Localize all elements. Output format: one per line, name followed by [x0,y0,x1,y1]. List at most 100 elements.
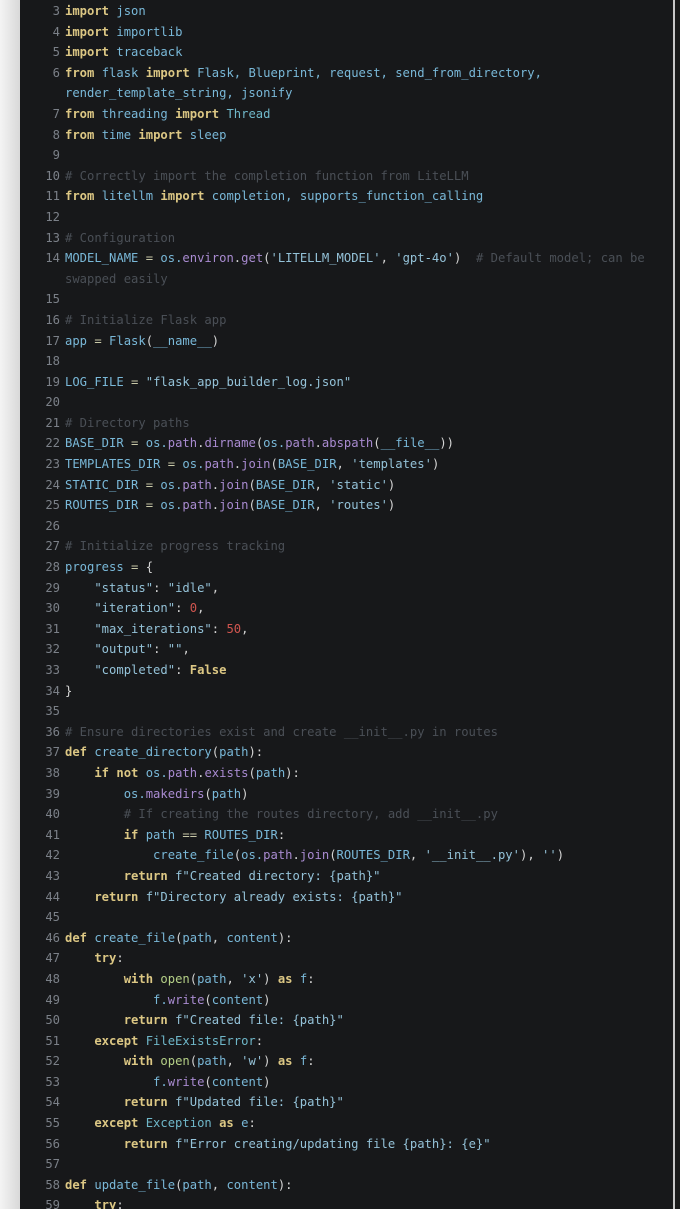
code-line[interactable]: 28 progress = { [20,557,672,578]
code-token: BASE_DIR [255,477,315,492]
code-line[interactable]: 18 [20,351,672,372]
line-number: 51 [45,1033,60,1048]
code-line[interactable]: 45 [20,907,672,928]
code-line[interactable]: 10 # Correctly import the completion func… [20,166,672,187]
code-line[interactable]: 16 # Initialize Flask app [20,310,672,331]
code-line[interactable]: 44 return f"Directory already exists: {p… [20,887,672,908]
line-number: 22 [45,436,60,451]
code-line[interactable]: 22 BASE_DIR = os.path.dirname(os.path.abs… [20,433,672,454]
line-source: BASE_DIR = os.path.dirname(os.path.abspa… [65,433,672,454]
code-line[interactable]: 39 os.makedirs(path) [20,784,672,805]
code-line[interactable]: 55 except Exception as e: [20,1113,672,1134]
code-line[interactable]: 14 MODEL_NAME = os.environ.get('LITELLM_M… [20,248,672,269]
code-line[interactable]: swapped easily [20,269,672,290]
code-view[interactable]: 3 import json 4 import importlib 5 import tra… [20,1,672,1209]
code-line[interactable]: 56 return f"Error creating/updating file… [20,1134,672,1155]
code-line[interactable]: 15 [20,289,672,310]
line-number: 14 [45,251,60,266]
code-line[interactable]: 24 STATIC_DIR = os.path.join(BASE_DIR, 's… [20,475,672,496]
code-line[interactable]: 41 if path == ROUTES_DIR: [20,825,672,846]
code-token: = [167,457,176,472]
code-token: ROUTES_DIR [197,827,278,842]
code-line[interactable]: 25 ROUTES_DIR = os.path.join(BASE_DIR, 'r… [20,495,672,516]
code-token: try [65,951,117,966]
code-line[interactable]: 51 except FileExistsError: [20,1031,672,1052]
editor-scrollbar-edge[interactable] [672,0,680,1209]
code-line[interactable]: 19 LOG_FILE = "flask_app_builder_log.json… [20,372,672,393]
code-editor-panel[interactable]: 3 import json 4 import importlib 5 import tra… [20,0,672,1209]
code-line[interactable]: 27 # Initialize progress tracking [20,536,672,557]
code-token: from [65,65,95,80]
code-token: create_directory [87,745,212,760]
code-line[interactable]: 34} [20,681,672,702]
code-line[interactable]: 35 [20,701,672,722]
code-line[interactable]: 12 [20,207,672,228]
line-source [65,289,672,310]
code-line[interactable]: 59 try: [20,1195,672,1209]
code-line[interactable]: 58 def update_file(path, content): [20,1175,672,1196]
code-line[interactable]: 13 # Configuration [20,228,672,249]
code-line[interactable]: 47 try: [20,948,672,969]
code-line[interactable]: 20 [20,392,672,413]
code-token: progress [65,560,132,575]
code-line[interactable]: 48 with open(path, 'x') as f: [20,969,672,990]
code-token: ): [277,1177,293,1192]
code-line[interactable]: 5 import traceback [20,42,672,63]
code-line[interactable]: render_template_string, jsonify [20,83,672,104]
code-line[interactable]: 50 return f"Created file: {path}" [20,1010,672,1031]
code-line[interactable]: 9 [20,145,672,166]
code-line[interactable]: 21 # Directory paths [20,413,672,434]
line-source: def create_directory(path): [65,742,672,763]
code-line[interactable]: 36 # Ensure directories exist and create … [20,722,672,743]
code-token: # Initialize progress tracking [65,539,286,554]
code-line[interactable]: 7 from threading import Thread [20,104,672,125]
line-number: 29 [45,580,60,595]
code-line[interactable]: 42 create_file(os.path.join(ROUTES_DIR, … [20,845,672,866]
code-token: ): [277,930,293,945]
code-token: os. [263,436,286,451]
code-line[interactable]: 37 def create_directory(path): [20,742,672,763]
code-line[interactable]: 54 return f"Updated file: {path}" [20,1092,672,1113]
code-line[interactable]: 49 f.write(content) [20,990,672,1011]
code-token: "iteration" [65,601,176,616]
code-line[interactable]: 26 [20,516,672,537]
code-line[interactable]: 23 TEMPLATES_DIR = os.path.join(BASE_DIR,… [20,454,672,475]
code-line[interactable]: 52 with open(path, 'w') as f: [20,1051,672,1072]
line-source: import importlib [65,22,672,43]
code-token: litellm [94,189,161,204]
code-token: # Configuration [65,230,176,245]
code-line[interactable]: 29 "status": "idle", [20,578,672,599]
code-token: dirname [204,436,256,451]
code-token: path [219,745,249,760]
line-source: create_file(os.path.join(ROUTES_DIR, '__… [65,845,672,866]
code-line[interactable]: 31 "max_iterations": 50, [20,619,672,640]
code-token: : [255,1033,264,1048]
code-token: 'x' [241,971,264,986]
code-line[interactable]: 6 from flask import Flask, Blueprint, req… [20,63,672,84]
code-line[interactable]: 8 from time import sleep [20,125,672,146]
code-line[interactable]: 32 "output": "", [20,639,672,660]
code-line[interactable]: 17 app = Flask(__name__) [20,331,672,352]
code-token: )) [439,436,454,451]
code-line[interactable]: 4 import importlib [20,22,672,43]
code-line[interactable]: 33 "completed": False [20,660,672,681]
code-line[interactable]: 3 import json [20,1,672,22]
line-source: def create_file(path, content): [65,928,672,949]
code-token: return [65,889,139,904]
code-token: ) [263,1054,278,1069]
line-source: return f"Created file: {path}" [65,1010,672,1031]
code-line[interactable]: 40 # If creating the routes directory, a… [20,804,672,825]
code-token: import [145,65,190,80]
code-line[interactable]: 46 def create_file(path, content): [20,928,672,949]
code-token: join [219,477,249,492]
code-line[interactable]: 38 if not os.path.exists(path): [20,763,672,784]
code-line[interactable]: 30 "iteration": 0, [20,598,672,619]
code-line[interactable]: 43 return f"Created directory: {path}" [20,866,672,887]
code-token: ) [431,457,440,472]
code-line[interactable]: 11 from litellm import completion, suppor… [20,186,672,207]
line-number: 43 [45,868,60,883]
code-line[interactable]: 57 [20,1154,672,1175]
code-line[interactable]: 53 f.write(content) [20,1072,672,1093]
code-token: content [211,1074,264,1089]
code-token: path [182,477,212,492]
